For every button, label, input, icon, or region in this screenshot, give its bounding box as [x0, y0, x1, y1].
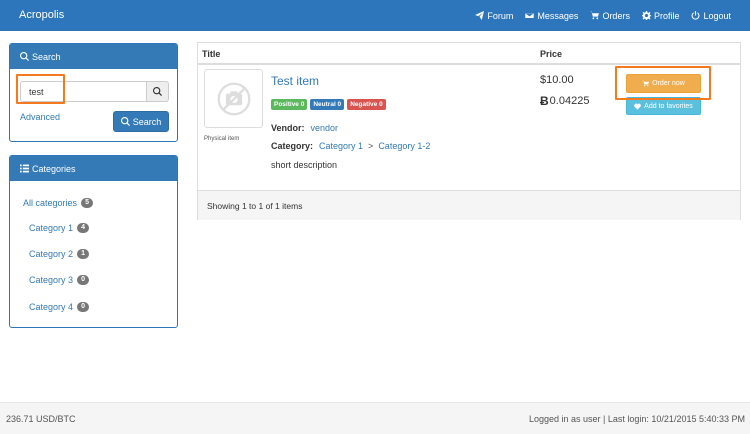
- gear-icon: [641, 11, 651, 20]
- category-label: Category:: [271, 141, 314, 151]
- search-button-label: Search: [132, 116, 162, 127]
- results-footer: Showing 1 to 1 of 1 items: [198, 190, 740, 220]
- nav-link-forum[interactable]: Forum: [469, 0, 519, 31]
- price-usd: $10.00: [540, 74, 574, 86]
- vendor-label: Vendor:: [271, 123, 305, 133]
- cart-icon: [590, 11, 600, 20]
- category-link[interactable]: Category 1: [29, 223, 73, 233]
- category-count-badge: 5: [81, 198, 94, 208]
- nav-links: Forum Messages Orders Profile Logout: [469, 0, 750, 31]
- category-item-4[interactable]: Category 4 0: [29, 302, 90, 312]
- nav-link-label: Logout: [703, 10, 731, 21]
- category-link[interactable]: Category 4: [29, 302, 73, 312]
- category-count-badge: 4: [77, 223, 90, 233]
- category-item-all[interactable]: All categories 5: [23, 198, 94, 208]
- category-item-1[interactable]: Category 1 4: [29, 223, 90, 233]
- page-footer: 236.71 USD/BTC Logged in as user | Last …: [0, 402, 750, 434]
- nav-link-label: Orders: [602, 10, 630, 21]
- neutral-feedback-badge: Neutral 0: [310, 99, 345, 110]
- vendor-field: Vendor: vendor: [271, 123, 338, 133]
- category-link[interactable]: Category 2: [29, 249, 73, 259]
- bitcoin-icon: Ƀ: [540, 94, 549, 108]
- add-to-favorites-label: Add to favorites: [644, 102, 693, 110]
- item-title-link[interactable]: Test item: [271, 74, 319, 88]
- category-count-badge: 0: [77, 275, 90, 285]
- order-button-highlight: [615, 66, 711, 100]
- advanced-search-link[interactable]: Advanced: [20, 112, 60, 122]
- categories-panel: Categories All categories 5 Category 1 4…: [9, 155, 178, 328]
- search-panel-title: Search: [32, 51, 61, 62]
- send-icon: [475, 11, 485, 20]
- category-count-badge: 0: [77, 302, 90, 312]
- categories-panel-heading: Categories: [10, 156, 177, 181]
- column-header-title: Title: [202, 49, 221, 59]
- heart-icon: [634, 103, 641, 110]
- results-count-text: Showing 1 to 1 of 1 items: [207, 200, 303, 211]
- nav-link-logout[interactable]: Logout: [685, 0, 737, 31]
- category-item-2[interactable]: Category 2 1: [29, 249, 90, 259]
- categories-panel-title: Categories: [32, 163, 76, 174]
- category-link[interactable]: All categories: [23, 198, 77, 208]
- search-panel-heading: Search: [10, 44, 177, 69]
- feedback-labels: Positive 0 Neutral 0 Negative 0: [271, 99, 389, 110]
- vendor-link[interactable]: vendor: [311, 123, 339, 133]
- category-field: Category: Category 1 > Category 1-2: [271, 141, 430, 151]
- positive-feedback-badge: Positive 0: [271, 99, 308, 110]
- brand-link[interactable]: Acropolis: [19, 9, 64, 21]
- thumbnail-caption: Physical item: [204, 136, 240, 142]
- list-icon: [20, 164, 29, 173]
- search-button[interactable]: Search: [113, 111, 169, 132]
- power-icon: [692, 11, 700, 20]
- nav-link-label: Messages: [537, 10, 579, 21]
- nav-link-orders[interactable]: Orders: [584, 0, 636, 31]
- no-image-icon: [217, 82, 250, 115]
- nav-link-profile[interactable]: Profile: [636, 0, 686, 31]
- search-icon: [153, 87, 162, 96]
- search-icon: [20, 52, 29, 61]
- nav-link-label: Forum: [487, 10, 514, 21]
- search-icon: [120, 117, 130, 126]
- price-btc-value: 0.04225: [549, 95, 590, 107]
- envelope-icon: [525, 12, 535, 19]
- category-link[interactable]: Category 3: [29, 275, 73, 285]
- search-addon-button[interactable]: [146, 81, 169, 102]
- exchange-rate: 236.71 USD/BTC: [6, 414, 76, 424]
- item-thumbnail[interactable]: [204, 69, 263, 128]
- column-header-price: Price: [540, 49, 563, 59]
- top-navbar: Acropolis Forum Messages Orders Profile …: [0, 0, 750, 31]
- category-count-badge: 1: [77, 249, 90, 259]
- login-info: Logged in as user | Last login: 10/21/20…: [529, 414, 745, 424]
- nav-link-messages[interactable]: Messages: [519, 0, 584, 31]
- results-table-header: Title Price: [198, 43, 740, 65]
- negative-feedback-badge: Negative 0: [347, 99, 386, 110]
- breadcrumb-separator: >: [368, 141, 374, 151]
- subcategory-breadcrumb-link[interactable]: Category 1-2: [378, 141, 430, 151]
- price-btc: Ƀ 0.04225: [540, 94, 589, 108]
- nav-link-label: Profile: [653, 10, 680, 21]
- category-breadcrumb-link[interactable]: Category 1: [319, 141, 363, 151]
- category-item-3[interactable]: Category 3 0: [29, 275, 90, 285]
- item-description: short description: [271, 160, 338, 170]
- search-input-highlight: [16, 74, 65, 104]
